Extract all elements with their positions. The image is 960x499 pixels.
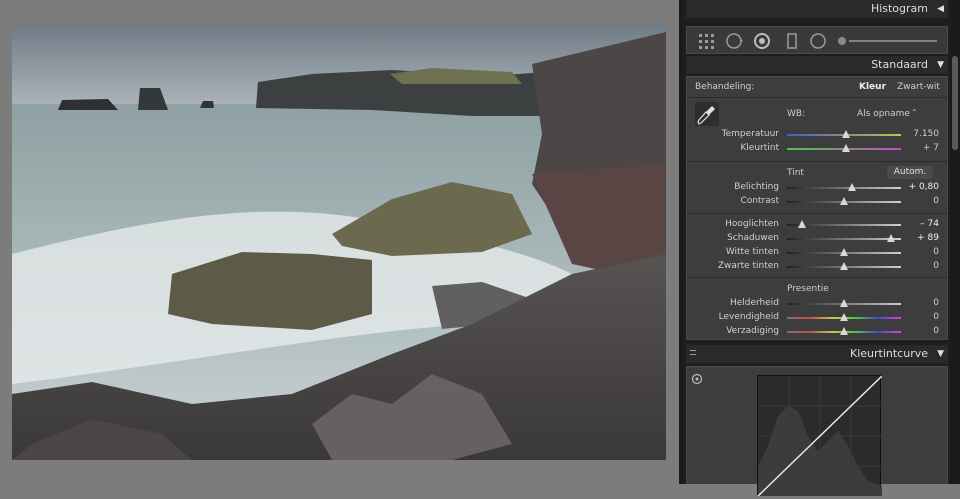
panel-switch-icon[interactable] [690, 350, 696, 355]
presence-label: Presentie [787, 284, 829, 294]
red-eye-icon[interactable] [753, 32, 771, 50]
highlights-knob[interactable] [797, 220, 806, 228]
treatment-label: Behandeling: [695, 82, 755, 92]
collapse-down-icon[interactable]: ▼ [937, 345, 944, 363]
whites-knob[interactable] [840, 248, 848, 256]
whites-slider[interactable] [787, 248, 901, 256]
contrast-knob[interactable] [840, 197, 848, 205]
vibrance-slider[interactable] [787, 313, 901, 321]
photo-stage [0, 0, 679, 484]
tint-knob[interactable] [842, 144, 851, 152]
collapse-down-icon[interactable]: ▼ [937, 56, 944, 74]
tonecurve-body [686, 366, 948, 497]
temperature-slider[interactable] [787, 130, 901, 138]
scrollbar-thumb[interactable] [952, 56, 958, 150]
collapse-left-icon[interactable]: ◀ [937, 0, 944, 18]
separator [687, 97, 947, 98]
radial-filter-icon[interactable] [809, 32, 827, 50]
wb-dropdown-arrows-icon[interactable]: ⌃ [911, 108, 918, 117]
develop-right-panel: Histogram ◀ Standaard ▼ Behandeling: Kle… [682, 0, 960, 497]
basic-header[interactable]: Standaard ▼ [686, 56, 948, 74]
saturation-value[interactable]: 0 [899, 326, 939, 336]
crop-grid-icon[interactable] [697, 32, 715, 50]
clarity-value[interactable]: 0 [899, 298, 939, 308]
wb-label: WB: [787, 109, 806, 119]
shadows-knob[interactable] [886, 234, 895, 242]
saturation-slider[interactable] [787, 327, 901, 335]
contrast-value[interactable]: 0 [899, 196, 939, 206]
wb-dropdown[interactable]: Als opname [857, 109, 910, 119]
highlights-value[interactable]: – 74 [899, 219, 939, 229]
spot-removal-icon[interactable] [725, 32, 745, 50]
vibrance-label: Levendigheid [718, 312, 779, 322]
exposure-label: Belichting [734, 182, 779, 192]
photo-preview[interactable] [12, 24, 666, 460]
temperature-knob[interactable] [842, 130, 851, 138]
tint-value[interactable]: + 7 [899, 143, 939, 153]
treatment-bw-option[interactable]: Zwart-wit [897, 82, 940, 92]
shadows-value[interactable]: + 89 [899, 233, 939, 243]
wb-picker-button[interactable] [695, 102, 719, 126]
separator [687, 161, 947, 162]
blacks-knob[interactable] [840, 262, 848, 270]
tonecurve-title: Kleurtintcurve [849, 347, 928, 360]
histogram-header[interactable]: Histogram ◀ [686, 0, 948, 18]
basic-title: Standaard [871, 58, 928, 71]
blacks-slider[interactable] [787, 262, 901, 270]
separator [687, 213, 947, 214]
histogram-title: Histogram [870, 2, 928, 15]
panel-scrollbar[interactable] [950, 0, 960, 484]
saturation-knob[interactable] [840, 327, 848, 335]
highlights-slider[interactable] [787, 220, 901, 228]
contrast-slider[interactable] [787, 197, 901, 205]
tone-curve-graph[interactable] [757, 375, 883, 497]
vibrance-value[interactable]: 0 [899, 312, 939, 322]
tonecurve-header[interactable]: Kleurtintcurve ▼ [686, 345, 948, 363]
exposure-value[interactable]: + 0,80 [899, 182, 939, 192]
shadows-label: Schaduwen [727, 233, 779, 243]
exposure-knob[interactable] [847, 183, 856, 191]
temperature-label: Temperatuur [721, 129, 779, 139]
saturation-label: Verzadiging [726, 326, 779, 336]
highlights-label: Hooglichten [725, 219, 779, 229]
tool-strip [686, 26, 948, 54]
seascape-photo [12, 24, 666, 460]
tint-label: Kleurtint [740, 143, 779, 153]
basic-panel-body: Behandeling: Kleur Zwart-wit WB: Als opn… [686, 76, 948, 340]
vibrance-knob[interactable] [840, 313, 848, 321]
adjustment-brush-slider[interactable] [837, 32, 941, 50]
separator [687, 277, 947, 278]
clarity-label: Helderheid [729, 298, 779, 308]
clarity-slider[interactable] [787, 299, 901, 307]
blacks-value[interactable]: 0 [899, 261, 939, 271]
whites-label: Witte tinten [725, 247, 779, 257]
blacks-label: Zwarte tinten [717, 261, 779, 271]
whites-value[interactable]: 0 [899, 247, 939, 257]
contrast-label: Contrast [740, 196, 779, 206]
shadows-slider[interactable] [787, 234, 901, 242]
target-adjust-icon[interactable] [691, 373, 703, 385]
tone-label: Tint [787, 168, 804, 178]
treatment-color-option[interactable]: Kleur [859, 82, 886, 92]
temperature-value[interactable]: 7.150 [899, 129, 939, 139]
clarity-knob[interactable] [840, 299, 848, 307]
auto-tone-button[interactable]: Autom. [887, 166, 933, 179]
exposure-slider[interactable] [787, 183, 901, 191]
eyedropper-icon [697, 106, 715, 125]
tint-slider[interactable] [787, 144, 901, 152]
graduated-filter-icon[interactable] [783, 32, 801, 50]
